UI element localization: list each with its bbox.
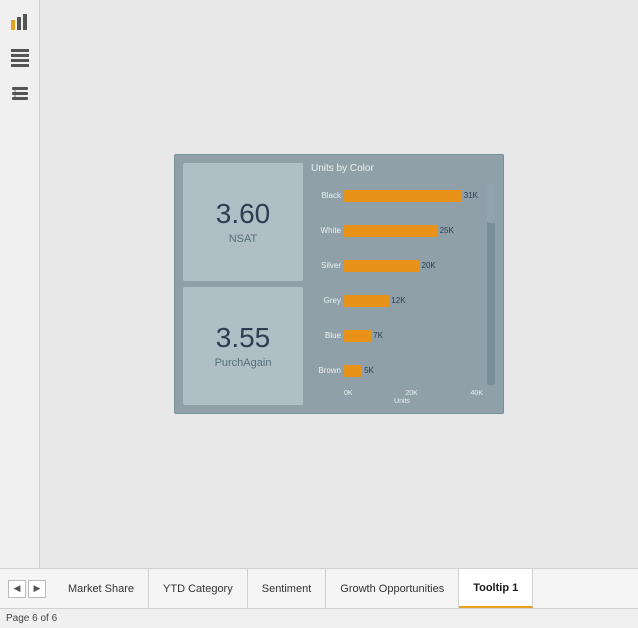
purch-again-value: 3.55 [216,323,271,354]
main-content: 3.60 NSAT 3.55 PurchAgain Units by Color… [40,0,638,568]
bar-fill [344,190,462,202]
bar-value: 25K [440,226,454,235]
visualization-card: 3.60 NSAT 3.55 PurchAgain Units by Color… [174,154,504,414]
bar-label: Blue [309,331,341,340]
tab-sentiment[interactable]: Sentiment [248,569,327,608]
bar-value: 20K [422,261,436,270]
tab-tooltip-1[interactable]: Tooltip 1 [459,569,533,608]
tab-growth-opportunities[interactable]: Growth Opportunities [326,569,459,608]
tabs-container: Market ShareYTD CategorySentimentGrowth … [54,569,638,608]
bar-row: Blue 7K [309,327,495,345]
bar-value: 31K [464,191,478,200]
nsat-metric: 3.60 NSAT [183,163,303,281]
nsat-label: NSAT [229,233,258,245]
purch-again-metric: 3.55 PurchAgain [183,287,303,405]
bar-row: White 25K [309,222,495,240]
layers-icon[interactable] [6,80,34,108]
x-label-40k: 40K [471,390,483,397]
page-indicator: Page 6 of 6 [6,613,57,624]
tab-market-share[interactable]: Market Share [54,569,149,608]
bar-track: 12K [344,295,495,307]
bar-track: 25K [344,225,495,237]
bar-row: Brown 5K [309,362,495,380]
scrollbar[interactable] [487,183,495,385]
bar-track: 31K [344,190,495,202]
bar-track: 20K [344,260,495,272]
x-axis: 0K 20K 40K [309,390,495,397]
bar-fill [344,260,420,272]
x-label-20k: 20K [405,390,417,397]
bar-value: 7K [373,331,383,340]
nsat-value: 3.60 [216,199,271,230]
bottom-nav: ◀ ▶ Market ShareYTD CategorySentimentGro… [0,568,638,608]
chart-area: Black 31K White 25K Silver 20K Grey 12K Blue 7K Br… [309,178,495,388]
bar-track: 7K [344,330,495,342]
prev-arrow[interactable]: ◀ [8,580,26,598]
bar-row: Grey 12K [309,292,495,310]
bar-fill [344,295,389,307]
x-label-0k: 0K [344,390,353,397]
next-arrow[interactable]: ▶ [28,580,46,598]
status-bar: Page 6 of 6 [0,608,638,628]
metrics-panel: 3.60 NSAT 3.55 PurchAgain [183,163,303,405]
bar-fill [344,225,438,237]
nav-arrows: ◀ ▶ [0,580,54,598]
bar-value: 5K [364,366,374,375]
bar-value: 12K [391,296,405,305]
bar-chart-icon[interactable] [6,8,34,36]
scroll-thumb[interactable] [487,183,495,223]
bar-track: 5K [344,365,495,377]
purch-again-label: PurchAgain [215,357,272,369]
bar-label: Grey [309,296,341,305]
bar-chart-panel: Units by Color Black 31K White 25K Silver 20K… [309,163,495,405]
x-axis-title: Units [309,398,495,405]
bar-label: White [309,226,341,235]
bar-label: Black [309,191,341,200]
bar-fill [344,330,371,342]
sidebar [0,0,40,568]
app-container: 3.60 NSAT 3.55 PurchAgain Units by Color… [0,0,638,568]
bar-row: Silver 20K [309,257,495,275]
tab-ytd-category[interactable]: YTD Category [149,569,248,608]
table-icon[interactable] [6,44,34,72]
bar-label: Silver [309,261,341,270]
bar-row: Black 31K [309,187,495,205]
chart-title: Units by Color [311,163,495,174]
bar-fill [344,365,362,377]
bar-label: Brown [309,366,341,375]
